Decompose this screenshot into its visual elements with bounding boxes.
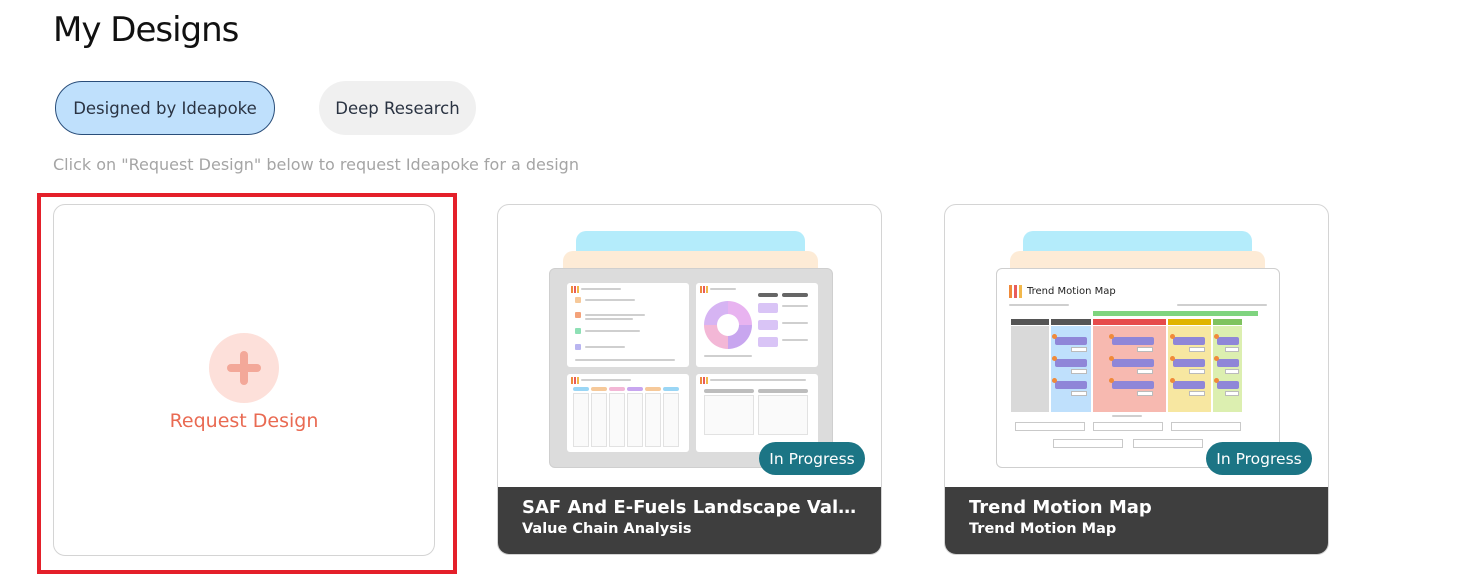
thumbnail-title: Trend Motion Map <box>1027 286 1116 297</box>
value-chain-thumbnail <box>549 268 833 468</box>
design-card-trend-motion-map[interactable]: Trend Motion Map In Progress Trend Motio… <box>944 204 1329 555</box>
tab-deep-research[interactable]: Deep Research <box>319 81 476 135</box>
card-footer: Trend Motion Map Trend Motion Map <box>945 487 1328 554</box>
status-badge: In Progress <box>1206 442 1312 475</box>
page-title: My Designs <box>53 10 239 50</box>
request-hint-text: Click on "Request Design" below to reque… <box>53 155 579 174</box>
plus-icon <box>209 333 279 403</box>
card-footer: SAF And E-Fuels Landscape Valu... Value … <box>498 487 881 554</box>
design-title: SAF And E-Fuels Landscape Valu... <box>522 497 857 518</box>
design-subtitle: Value Chain Analysis <box>522 521 692 537</box>
status-badge: In Progress <box>759 442 865 475</box>
design-subtitle: Trend Motion Map <box>969 521 1117 537</box>
tab-designed-by-ideapoke[interactable]: Designed by Ideapoke <box>55 81 275 135</box>
design-card-saf-e-fuels[interactable]: In Progress SAF And E-Fuels Landscape Va… <box>497 204 882 555</box>
request-design-label: Request Design <box>169 410 319 432</box>
request-design-card[interactable]: Request Design <box>53 204 435 556</box>
design-title: Trend Motion Map <box>969 497 1152 518</box>
trend-motion-map-thumbnail: Trend Motion Map <box>996 268 1280 468</box>
